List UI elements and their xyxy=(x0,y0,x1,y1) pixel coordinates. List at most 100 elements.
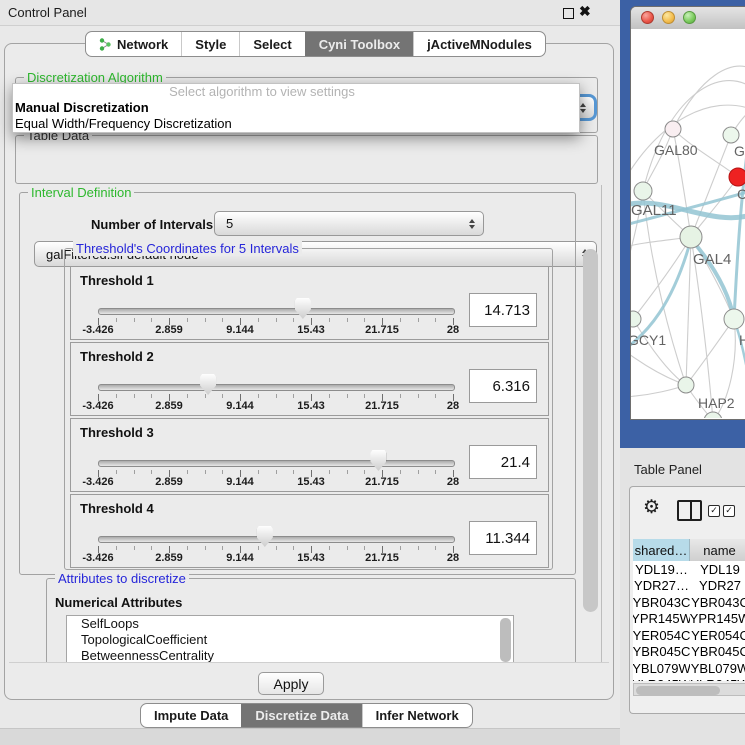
table-row[interactable]: YDL19…YDL19 xyxy=(633,561,745,578)
threshold-3-label: Threshold 3 xyxy=(80,425,154,440)
minor-tick xyxy=(134,318,135,322)
minor-tick xyxy=(116,318,117,322)
minor-tick xyxy=(329,318,330,322)
window-minimize-icon[interactable] xyxy=(662,11,675,24)
minor-tick xyxy=(418,546,419,550)
apply-button[interactable]: Apply xyxy=(258,672,324,695)
tab-cyni-toolbox[interactable]: Cyni Toolbox xyxy=(305,32,413,56)
network-canvas[interactable]: GAL80GACGAL11GAL4GCY1HHAP2 xyxy=(631,29,745,418)
threshold-2-slider-track[interactable] xyxy=(98,384,455,391)
minor-tick xyxy=(205,546,206,550)
attribute-item-selfloops[interactable]: SelfLoops xyxy=(67,616,513,632)
column-header-shared-name[interactable]: shared… xyxy=(633,539,690,561)
window-zoom-icon[interactable] xyxy=(683,11,696,24)
threshold-4-slider-track[interactable] xyxy=(98,536,455,543)
table-panel: Table Panel ⚙ ✓ ✓ shared… name YDL19…YDL… xyxy=(620,448,745,745)
minor-tick xyxy=(258,470,259,474)
checkbox-checked-icon[interactable]: ✓ xyxy=(723,505,735,517)
minor-tick xyxy=(276,546,277,550)
minor-tick xyxy=(293,394,294,398)
threshold-2-slider-handle[interactable] xyxy=(200,374,216,395)
network-nodes[interactable] xyxy=(631,121,745,418)
minor-tick xyxy=(293,470,294,474)
threshold-1-slider-handle[interactable] xyxy=(295,298,311,319)
table-row[interactable]: YLR345WYLR345W xyxy=(633,677,745,682)
table-row[interactable]: YBR043CYBR043C xyxy=(633,594,745,611)
minor-tick xyxy=(187,546,188,550)
tick-label: 9.144 xyxy=(210,324,270,336)
table-row[interactable]: YBR045CYBR045C xyxy=(633,644,745,661)
table-row[interactable]: YBL079WYBL079W xyxy=(633,660,745,677)
tab-select[interactable]: Select xyxy=(239,32,304,56)
threshold-1-slider-track[interactable] xyxy=(98,308,455,315)
minor-tick xyxy=(435,394,436,398)
tick-label: 2.859 xyxy=(139,324,199,336)
cell-shared-name: YPR145W xyxy=(633,611,690,628)
threshold-1-value-field[interactable]: 14.713 xyxy=(469,293,537,327)
column-layout-icon[interactable] xyxy=(677,500,702,521)
attribute-item-topologicalcoefficient[interactable]: TopologicalCoefficient xyxy=(67,632,513,648)
network-node[interactable] xyxy=(723,127,739,143)
threshold-3-slider-handle[interactable] xyxy=(370,450,386,471)
network-node[interactable] xyxy=(680,226,702,248)
control-panel-tabs: NetworkStyleSelect Cyni Toolbox jActiveMNo… xyxy=(85,31,546,57)
dropdown-option-equal-width-frequency-discretization[interactable]: Equal Width/Frequency Discretization xyxy=(13,116,579,132)
threshold-4-slider-handle[interactable] xyxy=(257,526,273,547)
cell-name: YDR27 xyxy=(690,578,745,595)
close-icon[interactable]: ✖ xyxy=(579,3,591,20)
threshold-4-value-field[interactable]: 11.344 xyxy=(469,521,537,555)
tab-jactivemnodules[interactable]: jActiveMNodules xyxy=(413,32,545,56)
node-label-c: C xyxy=(737,186,745,202)
network-node[interactable] xyxy=(634,182,652,200)
threshold-3-slider-track[interactable] xyxy=(98,460,455,467)
minor-tick xyxy=(116,394,117,398)
threshold-4-label: Threshold 4 xyxy=(80,501,154,516)
table-row[interactable]: YPR145WYPR145W xyxy=(633,611,745,628)
tab-impute-data[interactable]: Impute Data xyxy=(141,704,241,727)
gear-icon[interactable]: ⚙ xyxy=(643,496,660,519)
checkbox-checked-icon[interactable]: ✓ xyxy=(708,505,720,517)
float-window-icon[interactable] xyxy=(563,8,574,19)
minor-tick xyxy=(187,394,188,398)
attributes-list-scrollbar[interactable] xyxy=(500,618,511,662)
network-node[interactable] xyxy=(729,168,745,186)
dropdown-option-manual-discretization[interactable]: Manual Discretization xyxy=(13,100,579,116)
tick-label: 21.715 xyxy=(352,476,412,488)
cell-name: YER054C xyxy=(690,627,745,644)
tick-label: 2.859 xyxy=(139,552,199,564)
bottom-strip xyxy=(0,728,620,745)
tab-discretize-data-label: Discretize Data xyxy=(255,708,348,723)
table-hscroll-thumb[interactable] xyxy=(636,686,720,695)
minor-tick xyxy=(276,394,277,398)
minor-tick xyxy=(418,394,419,398)
table-horizontal-scrollbar[interactable] xyxy=(633,683,745,696)
tab-cyni-toolbox-label: Cyni Toolbox xyxy=(319,37,400,52)
column-header-name[interactable]: name xyxy=(690,539,745,561)
numerical-attributes-list[interactable]: SelfLoopsTopologicalCoefficientBetweenne… xyxy=(66,615,514,667)
minor-tick xyxy=(364,546,365,550)
number-of-intervals-combobox[interactable]: 5 xyxy=(214,211,484,236)
network-window-titlebar[interactable] xyxy=(631,7,745,30)
minor-tick xyxy=(347,394,348,398)
threshold-3-value-field[interactable]: 21.4 xyxy=(469,445,537,479)
tab-network[interactable]: Network xyxy=(86,32,181,56)
table-row[interactable]: YER054CYER054C xyxy=(633,627,745,644)
tab-discretize-data[interactable]: Discretize Data xyxy=(241,704,361,727)
number-of-intervals-label: Number of Intervals xyxy=(91,217,213,232)
settings-scrollbar[interactable] xyxy=(583,249,598,612)
network-node[interactable] xyxy=(631,311,641,327)
tab-style[interactable]: Style xyxy=(181,32,239,56)
network-node[interactable] xyxy=(678,377,694,393)
window-close-icon[interactable] xyxy=(641,11,654,24)
network-node[interactable] xyxy=(665,121,681,137)
threshold-2-box: Threshold 2-3.4262.8599.14415.4321.71528… xyxy=(70,342,549,416)
threshold-2-value-field[interactable]: 6.316 xyxy=(469,369,537,403)
tick-label: 15.43 xyxy=(281,400,341,412)
table-row[interactable]: YDR27…YDR27 xyxy=(633,578,745,595)
table-panel-title: Table Panel xyxy=(634,462,702,477)
thresholds-group-title: Threshold's Coordinates for 5 Intervals xyxy=(73,241,302,256)
combobox-arrows-icon xyxy=(580,103,586,113)
network-node[interactable] xyxy=(724,309,744,329)
minor-tick xyxy=(134,546,135,550)
tab-infer-network[interactable]: Infer Network xyxy=(362,704,472,727)
